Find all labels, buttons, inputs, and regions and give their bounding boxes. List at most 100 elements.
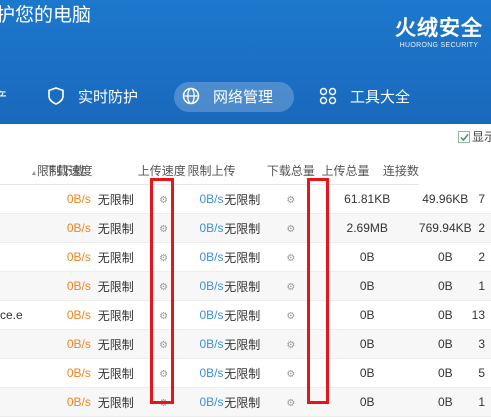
nav-item-tools[interactable]: 工具大全 xyxy=(318,72,410,120)
upload-speed-cell: 0B/s xyxy=(187,300,224,330)
upload-total-cell: 0B xyxy=(418,387,472,417)
download-total-cell: 0B xyxy=(315,300,419,330)
download-limit-gear-icon[interactable]: ⚙ xyxy=(139,184,188,214)
download-limit-gear-icon[interactable]: ⚙ xyxy=(139,329,188,359)
process-name-cell: ce.e xyxy=(0,300,24,330)
upload-speed-cell: 0B/s xyxy=(187,358,224,388)
download-total-cell: 2.69MB xyxy=(315,213,419,243)
connections-cell: 2 xyxy=(471,242,491,272)
download-total-cell: 0B xyxy=(315,387,419,417)
name-column-header[interactable] xyxy=(0,156,24,185)
download-total-cell: 0B xyxy=(315,329,419,359)
upload-limit-cell: 无限制 xyxy=(223,300,267,330)
upload-limit-cell: 无限制 xyxy=(223,271,267,301)
download-limit-gear-icon[interactable]: ⚙ xyxy=(139,387,188,417)
download-speed-cell: 0B/s xyxy=(23,184,95,214)
upload-total-header-label: 上传总量 xyxy=(321,163,370,178)
nav-item-partial-label: 产 xyxy=(0,86,7,107)
download-limit-cell: 无限制 xyxy=(94,387,140,417)
check-icon xyxy=(459,133,469,141)
app-header: 护您的电脑 火绒安全 HUORONG SECURITY 产 实时防护 网络管理 xyxy=(0,0,491,124)
process-name-cell xyxy=(0,213,24,243)
toolbar xyxy=(0,124,491,154)
connections-header-label: 连接数 xyxy=(382,163,419,178)
download-total-cell: 61.81KB xyxy=(315,184,419,214)
process-name-cell xyxy=(0,271,24,301)
download-total-header[interactable]: 下载总量 xyxy=(266,156,316,185)
upload-speed-cell: 0B/s xyxy=(187,387,224,417)
upload-limit-header[interactable]: 限制上传 xyxy=(187,156,267,185)
download-speed-cell: 0B/s xyxy=(23,213,95,243)
main-nav: 产 实时防护 网络管理 工具 xyxy=(0,72,491,120)
download-limit-gear-icon[interactable]: ⚙ xyxy=(139,358,188,388)
shield-icon xyxy=(46,86,66,106)
download-limit-cell: 无限制 xyxy=(94,358,140,388)
brand-name: 火绒安全 xyxy=(395,17,483,40)
upload-limit-gear-icon[interactable]: ⚙ xyxy=(266,387,316,417)
upload-total-cell: 0B xyxy=(418,242,472,272)
download-limit-gear-icon[interactable]: ⚙ xyxy=(139,242,188,272)
table-row[interactable]: 0B/s 无限制 ⚙ 0B/s 无限制 ⚙ 0B 0B 2 xyxy=(0,242,491,272)
connections-cell: 2 xyxy=(471,213,491,243)
download-speed-cell: 0B/s xyxy=(23,387,95,417)
nav-item-network-management[interactable]: 网络管理 xyxy=(174,72,294,120)
table-row[interactable]: 0B/s 无限制 ⚙ 0B/s 无限制 ⚙ 0B 0B 5 xyxy=(0,358,491,388)
download-limit-header[interactable]: 限制下载 xyxy=(37,156,140,185)
table-row[interactable]: 0B/s 无限制 ⚙ 0B/s 无限制 ⚙ 0B 0B 1 xyxy=(0,387,491,417)
connections-cell: 3 xyxy=(471,329,491,359)
upload-speed-header[interactable]: 上传速度 xyxy=(137,156,188,185)
process-name-cell xyxy=(0,387,24,417)
upload-limit-gear-icon[interactable]: ⚙ xyxy=(266,271,316,301)
upload-total-cell: 769.94KB xyxy=(418,213,472,243)
download-limit-gear-icon[interactable]: ⚙ xyxy=(139,271,188,301)
upload-limit-gear-icon[interactable]: ⚙ xyxy=(266,242,316,272)
download-limit-cell: 无限制 xyxy=(94,242,140,272)
download-limit-cell: 无限制 xyxy=(94,329,140,359)
tools-icon xyxy=(318,86,338,106)
connections-cell: 13 xyxy=(471,300,491,330)
upload-limit-gear-icon[interactable]: ⚙ xyxy=(266,329,316,359)
download-limit-gear-icon[interactable]: ⚙ xyxy=(139,300,188,330)
process-name-cell xyxy=(0,329,24,359)
upload-limit-cell: 无限制 xyxy=(223,387,267,417)
nav-item-realtime-protection[interactable]: 实时防护 xyxy=(46,72,138,120)
upload-limit-gear-icon[interactable]: ⚙ xyxy=(266,184,316,214)
download-total-cell: 0B xyxy=(315,242,419,272)
download-limit-cell: 无限制 xyxy=(94,184,140,214)
table-row[interactable]: 0B/s 无限制 ⚙ 0B/s 无限制 ⚙ 0B 0B 1 xyxy=(0,271,491,301)
upload-total-header[interactable]: 上传总量 连接数 xyxy=(315,156,419,185)
nav-item-partial[interactable]: 产 xyxy=(0,72,7,120)
table-row[interactable]: ce.e 0B/s 无限制 ⚙ 0B/s 无限制 ⚙ 0B 0B 13 xyxy=(0,300,491,330)
upload-limit-cell: 无限制 xyxy=(223,329,267,359)
download-limit-cell: 无限制 xyxy=(94,300,140,330)
show-checkbox[interactable] xyxy=(458,131,470,143)
nav-item-label: 工具大全 xyxy=(350,88,411,106)
brand-subtitle: HUORONG SECURITY xyxy=(399,42,479,49)
upload-total-cell: 49.96KB xyxy=(418,184,472,214)
download-speed-cell: 0B/s xyxy=(23,242,95,272)
upload-limit-cell: 无限制 xyxy=(223,184,267,214)
upload-speed-cell: 0B/s xyxy=(187,184,224,214)
upload-speed-cell: 0B/s xyxy=(187,329,224,359)
upload-speed-header-label: 上传速度 xyxy=(137,163,186,178)
brand-logo: 火绒安全 HUORONG SECURITY xyxy=(389,12,489,49)
upload-limit-gear-icon[interactable]: ⚙ xyxy=(266,358,316,388)
table-row[interactable]: 0B/s 无限制 ⚙ 0B/s 无限制 ⚙ 61.81KB 49.96KB 7 xyxy=(0,184,491,214)
process-traffic-table: ▲ 下载速度 限制下载 上传速度 限制上传 下载总量 上传总量 连接数 0B/s 无… xyxy=(0,156,491,417)
table-row[interactable]: 0B/s 无限制 ⚙ 0B/s 无限制 ⚙ 0B 0B 3 xyxy=(0,329,491,359)
process-name-cell xyxy=(0,358,24,388)
upload-limit-cell: 无限制 xyxy=(223,213,267,243)
header-title: 护您的电脑 xyxy=(0,5,92,26)
upload-limit-gear-icon[interactable]: ⚙ xyxy=(266,300,316,330)
upload-limit-cell: 无限制 xyxy=(223,242,267,272)
download-speed-cell: 0B/s xyxy=(23,300,95,330)
connections-cell: 5 xyxy=(471,358,491,388)
download-limit-cell: 无限制 xyxy=(94,213,140,243)
download-total-cell: 0B xyxy=(315,271,419,301)
connections-cell: 1 xyxy=(471,271,491,301)
download-limit-gear-icon[interactable]: ⚙ xyxy=(139,213,188,243)
download-total-cell: 0B xyxy=(315,358,419,388)
download-speed-cell: 0B/s xyxy=(23,329,95,359)
table-row[interactable]: 0B/s 无限制 ⚙ 0B/s 无限制 ⚙ 2.69MB 769.94KB 2 xyxy=(0,213,491,243)
upload-limit-gear-icon[interactable]: ⚙ xyxy=(266,213,316,243)
